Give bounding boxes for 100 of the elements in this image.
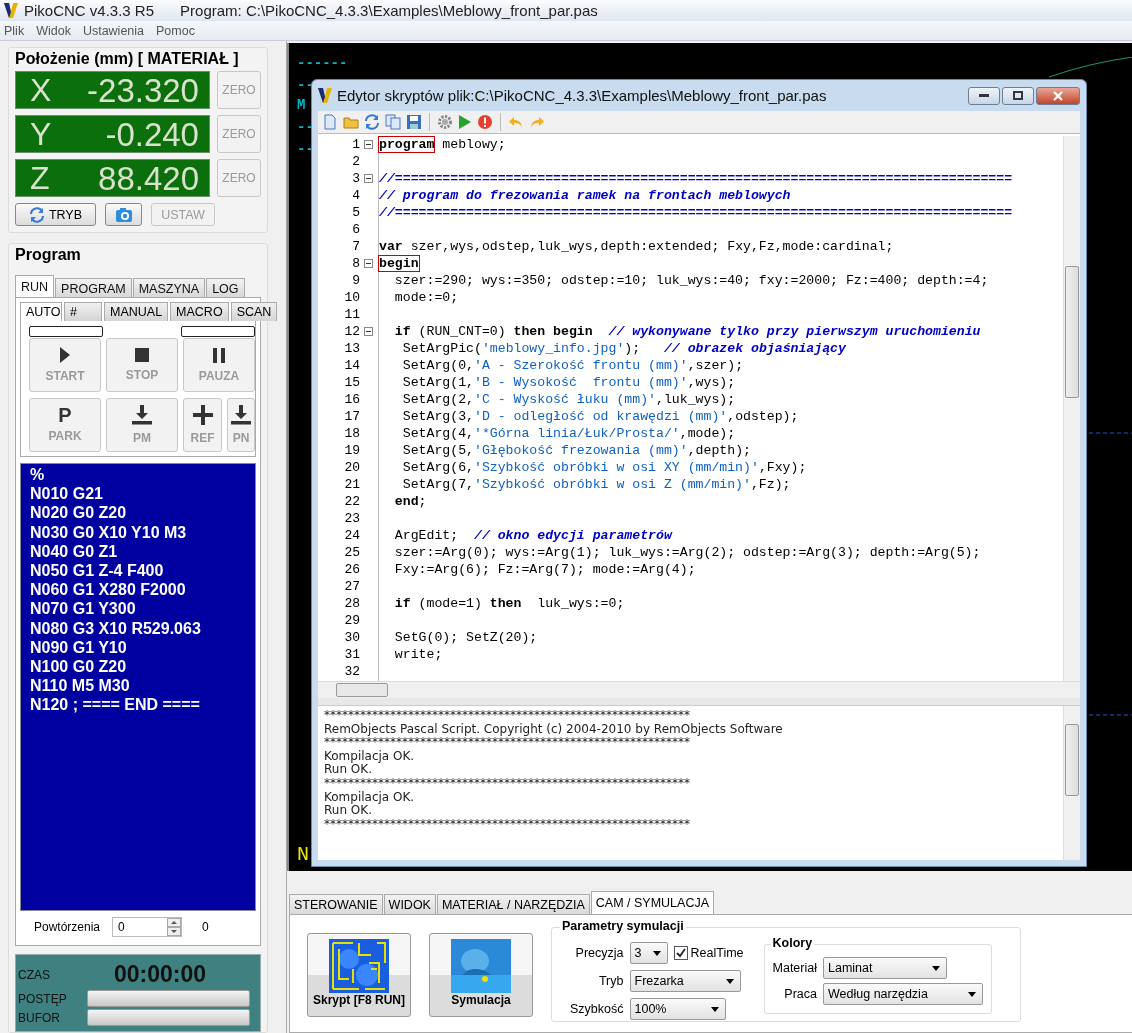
field-label: Tryb bbox=[597, 974, 624, 988]
camera-icon bbox=[114, 206, 133, 223]
tab[interactable]: PROGRAM bbox=[55, 278, 132, 297]
folder-icon[interactable] bbox=[343, 114, 359, 130]
close-button[interactable] bbox=[1036, 86, 1080, 105]
spinner-arrows-icon bbox=[167, 918, 182, 936]
code-line: SetArgPic('meblowy_info.jpg'); // obrazek objaśniający bbox=[401, 341, 846, 356]
line-number: 32 bbox=[343, 664, 360, 679]
line-number: 26 bbox=[343, 562, 360, 577]
tab[interactable]: RUN bbox=[15, 275, 55, 297]
code-editor[interactable] bbox=[318, 133, 1080, 681]
bar-label: POSTĘP bbox=[18, 991, 68, 1006]
maximize-button[interactable] bbox=[1002, 86, 1034, 105]
tab[interactable]: LOG bbox=[206, 278, 245, 297]
view-label: ------ bbox=[297, 55, 348, 71]
play-icon[interactable] bbox=[458, 114, 472, 130]
code-line: szer:=290; wys:=350; odstep:=10; luk_wys:=40; fxy:=2000; Fz:=400; depth:=4; bbox=[393, 273, 989, 288]
minimize-button[interactable] bbox=[968, 86, 1000, 105]
tab[interactable]: MANUAL bbox=[104, 302, 169, 321]
line-number: 23 bbox=[343, 511, 360, 526]
line-number: 17 bbox=[343, 409, 360, 424]
gear-icon[interactable] bbox=[437, 114, 453, 130]
line-number: 8 bbox=[351, 256, 360, 271]
line-number: 10 bbox=[343, 290, 360, 305]
menu-item[interactable]: Ustawienia bbox=[82, 23, 145, 38]
code-line: SetArg(0,'A - Szerokość frontu (mm)',szer); bbox=[401, 358, 744, 373]
gcode-line: N110 M5 M30 bbox=[30, 676, 131, 696]
line-number: 20 bbox=[343, 460, 360, 475]
gcode-line: N080 G3 X10 R529.063 bbox=[30, 618, 202, 638]
line-number: 9 bbox=[351, 273, 360, 288]
repeat-count: 0 bbox=[202, 920, 209, 934]
picture-icon bbox=[451, 939, 511, 993]
gcode-line: N020 G0 Z20 bbox=[30, 503, 128, 523]
menu-item[interactable]: Widok bbox=[36, 23, 71, 38]
line-number: 16 bbox=[343, 392, 360, 407]
line-number: 19 bbox=[343, 443, 360, 458]
collapse-icon[interactable] bbox=[363, 140, 373, 149]
action-button[interactable]: Skrypt [F8 RUN] bbox=[307, 933, 411, 1017]
new-file-icon[interactable] bbox=[322, 114, 338, 130]
code-line: program meblowy; bbox=[379, 137, 506, 152]
window-title: Edytor skryptów plik:C:\PikoCNC_4.3.3\Examples\Meblowy_front_par.pas bbox=[337, 87, 827, 104]
tab[interactable]: STEROWANIE bbox=[289, 894, 383, 914]
menu-item[interactable]: Plik bbox=[4, 23, 25, 38]
menu-item[interactable]: Pomoc bbox=[156, 23, 195, 38]
tab[interactable]: # bbox=[64, 302, 102, 321]
vertical-scrollbar[interactable] bbox=[1063, 706, 1080, 860]
caret-icon bbox=[725, 978, 734, 984]
refresh-icon[interactable] bbox=[364, 114, 380, 130]
code-line: SetArg(5,'Głębokość frezowania (mm)',depth); bbox=[401, 443, 751, 458]
horizontal-scrollbar[interactable] bbox=[318, 681, 1080, 698]
save-icon[interactable] bbox=[406, 114, 422, 130]
code-line: SetArg(1,'B - Wysokość frontu (mm)',wys); bbox=[401, 375, 736, 390]
program-path: Program: C:\PikoCNC_4.3.3\Examples\Meblowy_front_par.pas bbox=[180, 2, 598, 19]
mode-button[interactable]: TRYB bbox=[15, 203, 96, 226]
line-number: 22 bbox=[343, 494, 360, 509]
mode-dropdown[interactable]: Frezarka bbox=[629, 970, 741, 992]
tab[interactable]: SCAN bbox=[230, 302, 278, 321]
speed-dropdown[interactable]: 100% bbox=[629, 998, 726, 1020]
log-line: ************************************************************* bbox=[324, 736, 690, 750]
camera-button[interactable] bbox=[105, 203, 142, 226]
line-number: 7 bbox=[351, 239, 360, 254]
log-line: Run OK. bbox=[324, 763, 372, 777]
color-dropdown[interactable]: Według narzędzia bbox=[823, 983, 983, 1005]
tab[interactable]: MATERIAŁ / NARZĘDZIA bbox=[436, 894, 590, 914]
vertical-scrollbar[interactable] bbox=[1063, 136, 1080, 681]
code-line: var szer,wys,odstep,luk_wys,depth:extended; Fxy,Fz,mode:cardinal; bbox=[379, 239, 894, 254]
gcode-line: N100 G0 Z20 bbox=[30, 657, 128, 677]
tab[interactable]: AUTO bbox=[20, 302, 62, 321]
code-line: begin bbox=[379, 256, 419, 271]
line-number: 14 bbox=[343, 358, 360, 373]
tab[interactable]: WIDOK bbox=[383, 894, 436, 914]
maze-icon bbox=[329, 939, 389, 993]
scroll-thumb[interactable] bbox=[336, 683, 388, 697]
field-label: Precyzja bbox=[574, 946, 624, 960]
group-title: Parametry symulacji bbox=[560, 919, 686, 933]
tab[interactable]: MACRO bbox=[170, 302, 229, 321]
alert-icon[interactable] bbox=[477, 114, 493, 130]
tab[interactable]: MASZYNA bbox=[132, 278, 206, 297]
code-line: ArgEdit; // okno edycji parametrów bbox=[393, 528, 672, 543]
line-number: 11 bbox=[343, 307, 360, 322]
action-button[interactable]: Symulacja bbox=[429, 933, 533, 1017]
minimize-icon bbox=[979, 94, 989, 97]
code-line: //============================================================================== bbox=[379, 205, 1013, 220]
precision-dropdown[interactable]: 3 bbox=[629, 942, 668, 964]
line-number: 28 bbox=[343, 596, 360, 611]
log-line: ************************************************************* bbox=[324, 776, 691, 791]
repeats-spinner[interactable]: 0 bbox=[112, 917, 183, 937]
code-line: if (RUN_CNT=0) then begin // wykonywane tylko przy pierwszym uruchomieniu bbox=[393, 324, 981, 339]
line-number: 21 bbox=[343, 477, 360, 492]
gcode-line: N070 G1 Y300 bbox=[30, 599, 137, 619]
collapse-icon[interactable] bbox=[363, 174, 373, 183]
code-line: end; bbox=[393, 494, 427, 509]
realtime-checkbox[interactable]: RealTime bbox=[673, 946, 744, 960]
tab[interactable]: CAM / SYMULACJA bbox=[590, 891, 714, 914]
copy-icon[interactable] bbox=[385, 114, 401, 130]
collapse-icon[interactable] bbox=[363, 259, 373, 268]
gcode-line: N010 G21 bbox=[30, 484, 104, 504]
color-dropdown[interactable]: Laminat bbox=[823, 957, 947, 979]
collapse-icon[interactable] bbox=[363, 327, 373, 336]
code-line: //============================================================================== bbox=[379, 171, 1013, 186]
